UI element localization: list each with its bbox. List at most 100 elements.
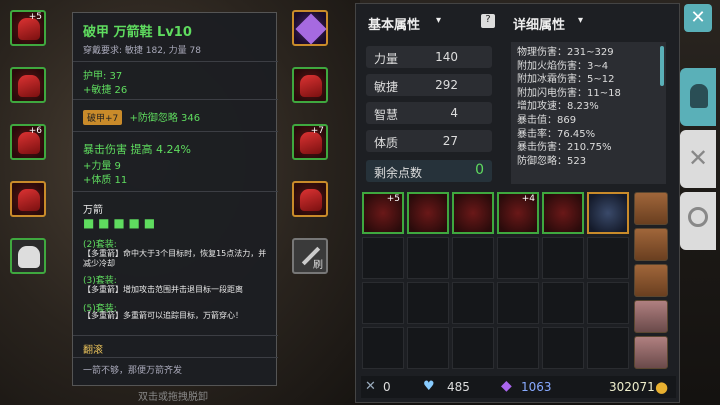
shoulder-icon <box>300 189 322 211</box>
equip-slot-chest[interactable] <box>10 67 46 103</box>
inventory-cell[interactable] <box>407 327 449 369</box>
gold-count: 302071 <box>609 380 655 394</box>
set-gloves-icon: ■ <box>128 216 140 230</box>
basic-title: 基本属性 <box>368 18 421 33</box>
divider <box>73 99 278 100</box>
divider <box>73 61 278 62</box>
help-icon[interactable]: ? <box>481 14 495 28</box>
helmet-tab-icon <box>690 84 708 108</box>
inventory-item[interactable] <box>407 192 449 234</box>
equip-slot-legs[interactable]: +6 <box>10 124 46 160</box>
inventory-cell[interactable] <box>362 237 404 279</box>
attr-vitality: 体质 27 <box>366 130 492 152</box>
str-bonus: +力量 9 <box>83 161 121 172</box>
inventory-cell[interactable] <box>542 327 584 369</box>
set-pieces: ■ ■ ■ ■ ■ <box>83 216 155 230</box>
close-button[interactable]: ✕ <box>684 4 712 32</box>
bag-icon[interactable] <box>634 192 668 225</box>
inventory-item[interactable]: +4 <box>497 192 539 234</box>
remaining-points: 剩余点数 0 <box>366 160 492 182</box>
tab-skills[interactable]: ✕ <box>680 130 716 188</box>
detail-line: 增加攻速：8.23% <box>517 101 599 113</box>
keys-count: 0 <box>383 380 391 394</box>
gold-coin-icon: ● <box>655 378 669 396</box>
inventory-cell[interactable] <box>452 237 494 279</box>
inventory-cell[interactable] <box>542 237 584 279</box>
tab-character[interactable] <box>680 68 716 126</box>
sword-key-icon: ✕ <box>365 379 376 394</box>
item-enhance-level: +5 <box>386 194 400 204</box>
inventory-cell[interactable] <box>407 282 449 324</box>
set-name: 万箭 <box>83 205 103 216</box>
inventory-item[interactable] <box>542 192 584 234</box>
bag-icon[interactable] <box>634 264 668 297</box>
divider <box>73 335 278 336</box>
bag-icon[interactable] <box>634 336 668 369</box>
set2-text: 【多重箭】命中大于3个目标时，恢复15点法力，并减少冷却 <box>83 249 267 268</box>
inventory-cell[interactable] <box>587 282 629 324</box>
set-belt-icon: ■ <box>113 216 125 230</box>
equip-slot-boots[interactable]: +7 <box>292 124 328 160</box>
tooltip-subtitle: 翻滚 <box>83 345 103 356</box>
claw-icon <box>18 246 40 268</box>
equip-slot-amulet[interactable] <box>292 10 328 46</box>
unequip-hint: 双击或拖拽脱卸 <box>138 392 208 403</box>
item-requirement: 穿戴要求: 敏捷 182, 力量 78 <box>83 46 201 56</box>
inventory-cell[interactable] <box>497 282 539 324</box>
attribute-panel: 基本属性 ▾ ? 详细属性 ▾ 力量 140 敏捷 292 智慧 4 体质 27 剩余点… <box>355 3 680 403</box>
detail-dropdown-icon[interactable]: ▾ <box>578 15 583 26</box>
equip-slot-shoulder-right[interactable] <box>292 181 328 217</box>
detail-list[interactable]: 物理伤害：231~329 附加火焰伤害：3~4 附加冰霜伤害：5~12 附加闪电… <box>511 42 666 184</box>
inventory-cell[interactable] <box>587 327 629 369</box>
inventory-cell[interactable] <box>407 237 449 279</box>
paint-button[interactable]: 刷 <box>292 238 328 274</box>
chest-armor-icon <box>18 75 40 97</box>
item-title: 破甲 万箭鞋 Lv10 <box>83 25 192 40</box>
inventory-cell[interactable] <box>452 282 494 324</box>
item-armor: 护甲: 37 <box>83 71 123 82</box>
enchant-effect: +防御忽略 346 <box>129 113 201 124</box>
equip-slot-shoulder[interactable] <box>10 181 46 217</box>
set-shoulder-icon: ■ <box>98 216 110 230</box>
basic-dropdown-icon[interactable]: ▾ <box>436 15 441 26</box>
attr-agility: 敏捷 292 <box>366 74 492 96</box>
tab-settings[interactable] <box>680 192 716 250</box>
inventory-cell[interactable] <box>362 282 404 324</box>
inventory-item[interactable] <box>452 192 494 234</box>
inventory-cell[interactable] <box>542 282 584 324</box>
inventory-item[interactable]: +5 <box>362 192 404 234</box>
potion-count: 485 <box>447 380 470 394</box>
set-helmet-icon: ■ <box>83 216 95 230</box>
equip-slot-helmet[interactable]: +5 <box>10 10 46 46</box>
potion-icon: ♥ <box>423 379 435 394</box>
swords-icon: ✕ <box>688 144 709 172</box>
inventory-item[interactable] <box>587 192 629 234</box>
item-tooltip: 破甲 万箭鞋 Lv10 穿戴要求: 敏捷 182, 力量 78 护甲: 37 +… <box>72 12 278 386</box>
attr-wisdom: 智慧 4 <box>366 102 492 124</box>
vit-bonus: +体质 11 <box>83 175 128 186</box>
equip-slot-gloves[interactable] <box>292 67 328 103</box>
crit-line: 暴击伤害 提高 4.24% <box>83 143 191 156</box>
inventory-cell[interactable] <box>497 327 539 369</box>
detail-scrollbar[interactable] <box>660 46 664 86</box>
bag-icon[interactable] <box>634 300 668 333</box>
inventory-cell[interactable] <box>497 237 539 279</box>
detail-line: 暴击率：76.45% <box>517 128 596 140</box>
inventory-cell[interactable] <box>452 327 494 369</box>
detail-line: 暴击值：869 <box>517 114 577 126</box>
gem-icon: ◆ <box>501 378 512 394</box>
set5-text: 【多重箭】多重箭可以追踪目标，万箭穿心！ <box>83 311 243 320</box>
bag-icon[interactable] <box>634 228 668 261</box>
inventory-cell[interactable] <box>362 327 404 369</box>
enchant-badge: 破甲+7 <box>83 110 123 125</box>
crosshair-icon <box>688 207 708 227</box>
detail-line: 附加冰霜伤害：5~12 <box>517 74 615 86</box>
divider <box>73 131 278 132</box>
divider <box>73 357 278 358</box>
inventory-cell[interactable] <box>587 237 629 279</box>
detail-line: 附加闪电伤害：11~18 <box>517 87 621 99</box>
item-agi-bonus: +敏捷 26 <box>83 85 128 96</box>
equip-slot-claw[interactable] <box>10 238 46 274</box>
set-boots-icon: ■ <box>143 216 156 230</box>
detail-line: 附加火焰伤害：3~4 <box>517 60 609 72</box>
